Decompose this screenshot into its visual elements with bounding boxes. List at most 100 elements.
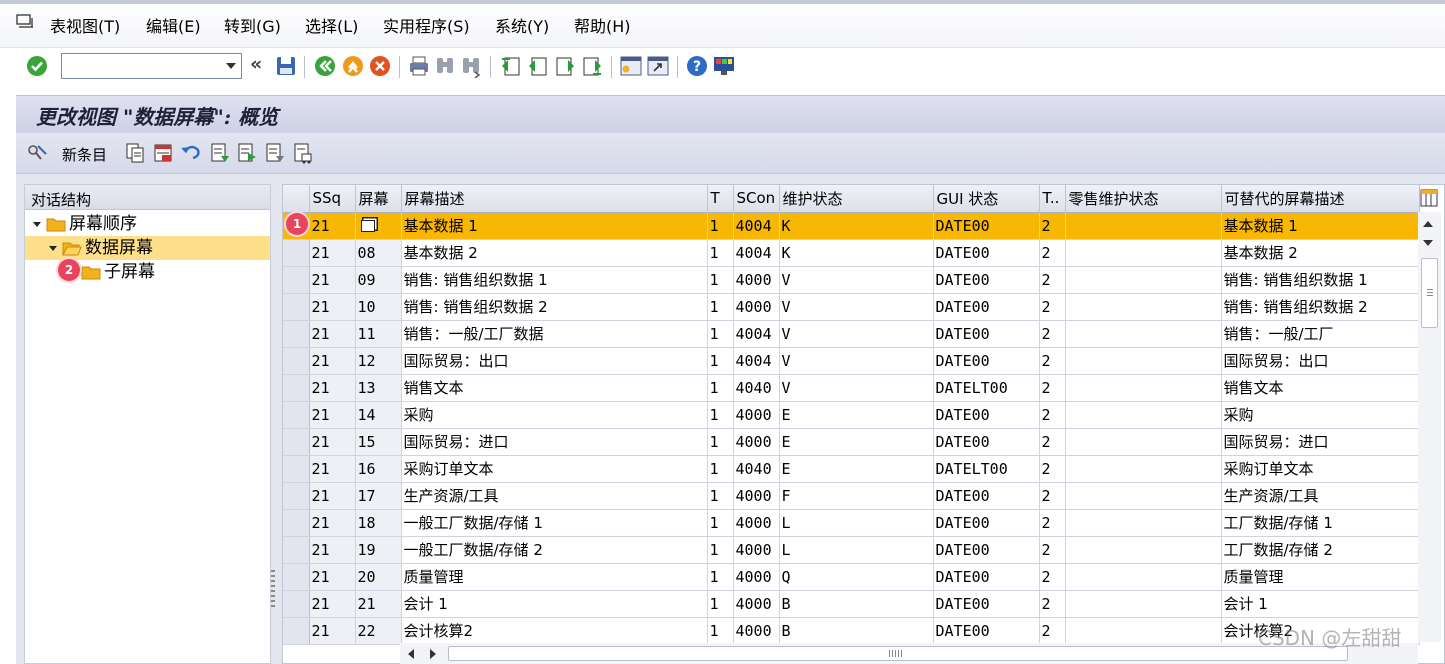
row-selector[interactable] bbox=[283, 455, 310, 483]
cell-maintenance-status[interactable]: V bbox=[779, 347, 934, 375]
deselect-all-icon[interactable] bbox=[264, 142, 286, 164]
cell-gui-status[interactable]: DATE00 bbox=[933, 509, 1040, 537]
cell-scon[interactable]: 4000 bbox=[733, 509, 780, 537]
column-header-ssq[interactable]: SSq bbox=[309, 185, 356, 213]
column-header-screen-description[interactable]: 屏幕描述 bbox=[401, 185, 708, 213]
cell-screen-description[interactable]: 销售：一般/工厂数据 bbox=[401, 320, 708, 348]
cell-scon[interactable]: 4004 bbox=[733, 239, 780, 267]
system-menu-icon[interactable] bbox=[16, 14, 34, 30]
table-row[interactable]: 21 15 国际贸易：进口 1 4000 E DATE00 2 国际贸易：进口 bbox=[283, 428, 1420, 456]
cell-gui-status[interactable]: DATE00 bbox=[933, 428, 1040, 456]
cell-retail-maintenance-status[interactable] bbox=[1065, 590, 1222, 618]
panel-splitter[interactable] bbox=[271, 570, 275, 610]
cell-t[interactable]: 1 bbox=[707, 590, 734, 618]
cell-t2[interactable]: 2 bbox=[1039, 347, 1066, 375]
cell-alternative-description[interactable]: 销售: 销售组织数据 2 bbox=[1221, 293, 1420, 321]
row-selector[interactable] bbox=[283, 563, 310, 591]
cell-t2[interactable]: 2 bbox=[1039, 401, 1066, 429]
cell-maintenance-status[interactable]: L bbox=[779, 536, 934, 564]
cell-alternative-description[interactable]: 采购 bbox=[1221, 401, 1420, 429]
cell-t[interactable]: 1 bbox=[707, 212, 734, 240]
cell-retail-maintenance-status[interactable] bbox=[1065, 239, 1222, 267]
cell-alternative-description[interactable]: 国际贸易：进口 bbox=[1221, 428, 1420, 456]
cell-alternative-description[interactable]: 销售: 销售组织数据 1 bbox=[1221, 266, 1420, 294]
cell-t2[interactable]: 2 bbox=[1039, 293, 1066, 321]
column-header-screen[interactable]: 屏幕 bbox=[355, 185, 402, 213]
horizontal-scroll-thumb[interactable] bbox=[448, 646, 1348, 661]
cell-retail-maintenance-status[interactable] bbox=[1065, 509, 1222, 537]
vertical-scroll-thumb[interactable] bbox=[1421, 258, 1438, 328]
cell-retail-maintenance-status[interactable] bbox=[1065, 455, 1222, 483]
cell-t[interactable]: 1 bbox=[707, 293, 734, 321]
table-row[interactable]: 21 12 国际贸易：出口 1 4004 V DATE00 2 国际贸易：出口 bbox=[283, 347, 1420, 375]
cell-alternative-description[interactable]: 销售：一般/工厂 bbox=[1221, 320, 1420, 348]
exit-icon[interactable] bbox=[341, 54, 365, 78]
table-row[interactable]: 21 21 会计 1 1 4000 B DATE00 2 会计 1 bbox=[283, 590, 1420, 618]
cell-t[interactable]: 1 bbox=[707, 347, 734, 375]
cell-gui-status[interactable]: DATELT00 bbox=[933, 374, 1040, 402]
row-selector[interactable] bbox=[283, 374, 310, 402]
cell-t[interactable]: 1 bbox=[707, 536, 734, 564]
cell-t[interactable]: 1 bbox=[707, 482, 734, 510]
cell-screen-description[interactable]: 会计核算2 bbox=[401, 617, 708, 645]
chevron-down-icon[interactable] bbox=[226, 63, 236, 69]
cell-gui-status[interactable]: DATE00 bbox=[933, 563, 1040, 591]
row-selector[interactable] bbox=[283, 617, 310, 645]
column-settings-icon[interactable] bbox=[1420, 189, 1438, 207]
cell-retail-maintenance-status[interactable] bbox=[1065, 563, 1222, 591]
cell-t[interactable]: 1 bbox=[707, 509, 734, 537]
cell-gui-status[interactable]: DATE00 bbox=[933, 617, 1040, 645]
cell-alternative-description[interactable]: 工厂数据/存储 1 bbox=[1221, 509, 1420, 537]
cell-maintenance-status[interactable]: K bbox=[779, 212, 934, 240]
cell-retail-maintenance-status[interactable] bbox=[1065, 374, 1222, 402]
expand-triangle-icon[interactable] bbox=[33, 221, 41, 227]
column-header-t[interactable]: T bbox=[707, 185, 734, 213]
cell-retail-maintenance-status[interactable] bbox=[1065, 212, 1222, 240]
column-header-gui-status[interactable]: GUI 状态 bbox=[933, 185, 1040, 213]
cell-t[interactable]: 1 bbox=[707, 239, 734, 267]
select-all-icon[interactable] bbox=[209, 142, 231, 164]
scroll-up-icon[interactable] bbox=[1423, 221, 1433, 227]
cell-scon[interactable]: 4000 bbox=[733, 536, 780, 564]
cell-t2[interactable]: 2 bbox=[1039, 509, 1066, 537]
cell-scon[interactable]: 4000 bbox=[733, 617, 780, 645]
cell-gui-status[interactable]: DATE00 bbox=[933, 266, 1040, 294]
cell-gui-status[interactable]: DATE00 bbox=[933, 212, 1040, 240]
table-row[interactable]: 21 22 会计核算2 1 4000 B DATE00 2 会计核算2 bbox=[283, 617, 1420, 645]
cell-screen-description[interactable]: 销售: 销售组织数据 2 bbox=[401, 293, 708, 321]
command-field[interactable] bbox=[61, 53, 242, 79]
cell-maintenance-status[interactable]: Q bbox=[779, 563, 934, 591]
cell-t[interactable]: 1 bbox=[707, 455, 734, 483]
cell-scon[interactable]: 4000 bbox=[733, 590, 780, 618]
table-row[interactable]: 21 基本数据 1 1 4004 K DATE00 2 基本数据 1 bbox=[283, 212, 1420, 240]
cell-retail-maintenance-status[interactable] bbox=[1065, 401, 1222, 429]
row-selector[interactable] bbox=[283, 401, 310, 429]
command-input[interactable] bbox=[65, 55, 215, 77]
cell-gui-status[interactable]: DATE00 bbox=[933, 536, 1040, 564]
cell-screen-description[interactable]: 销售文本 bbox=[401, 374, 708, 402]
cancel-icon[interactable] bbox=[368, 54, 392, 78]
cell-scon[interactable]: 4000 bbox=[733, 563, 780, 591]
cell-scon[interactable]: 4004 bbox=[733, 320, 780, 348]
new-entries-button[interactable]: 新条目 bbox=[62, 144, 107, 165]
cell-maintenance-status[interactable]: E bbox=[779, 401, 934, 429]
menu-table-view[interactable]: 表视图(T) bbox=[50, 16, 120, 38]
cell-maintenance-status[interactable]: V bbox=[779, 266, 934, 294]
cell-scon[interactable]: 4004 bbox=[733, 347, 780, 375]
cell-t[interactable]: 1 bbox=[707, 320, 734, 348]
double-chevron-left-icon[interactable]: « bbox=[250, 53, 262, 75]
cell-screen-description[interactable]: 一般工厂数据/存储 1 bbox=[401, 509, 708, 537]
cell-alternative-description[interactable]: 会计 1 bbox=[1221, 590, 1420, 618]
table-row[interactable]: 21 13 销售文本 1 4040 V DATELT00 2 销售文本 bbox=[283, 374, 1420, 402]
table-row[interactable]: 21 17 生产资源/工具 1 4000 F DATE00 2 生产资源/工具 bbox=[283, 482, 1420, 510]
last-page-icon[interactable] bbox=[580, 54, 604, 78]
cell-alternative-description[interactable]: 基本数据 1 bbox=[1221, 212, 1420, 240]
cell-retail-maintenance-status[interactable] bbox=[1065, 293, 1222, 321]
cell-t2[interactable]: 2 bbox=[1039, 482, 1066, 510]
cell-scon[interactable]: 4000 bbox=[733, 482, 780, 510]
cell-screen-description[interactable]: 采购 bbox=[401, 401, 708, 429]
cell-t2[interactable]: 2 bbox=[1039, 428, 1066, 456]
cell-gui-status[interactable]: DATELT00 bbox=[933, 455, 1040, 483]
cell-scon[interactable]: 4004 bbox=[733, 212, 780, 240]
cell-screen-description[interactable]: 质量管理 bbox=[401, 563, 708, 591]
